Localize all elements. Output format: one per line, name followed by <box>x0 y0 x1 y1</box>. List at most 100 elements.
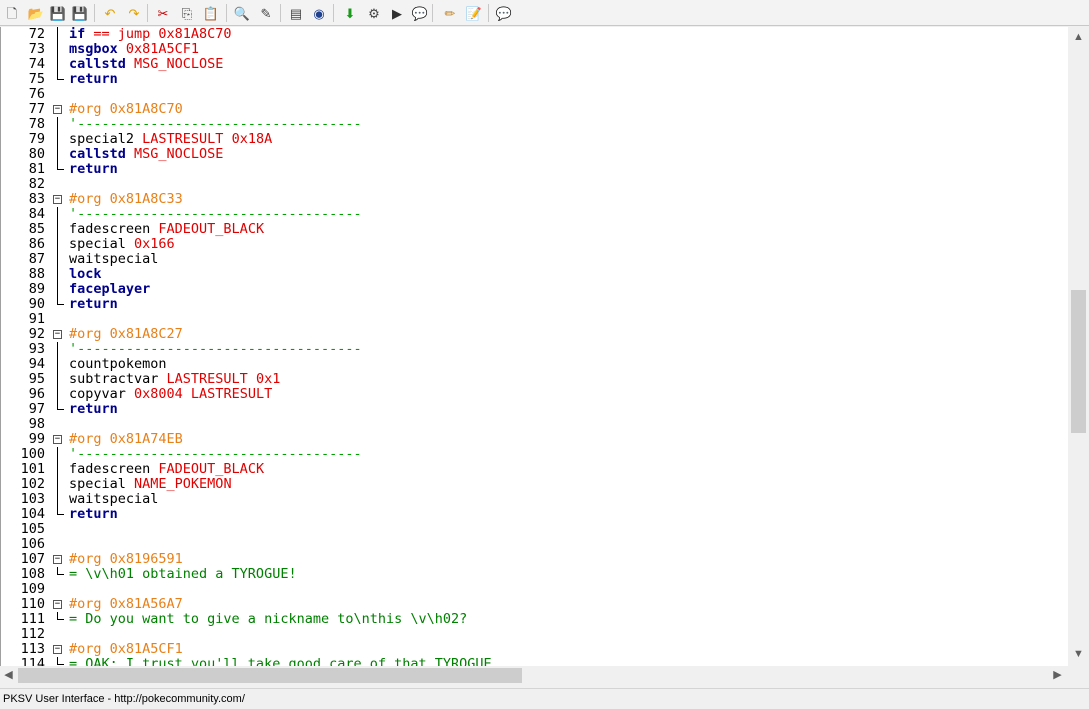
fold-toggle-icon[interactable]: − <box>53 600 62 609</box>
line-number: 101 <box>20 461 45 477</box>
code-line[interactable]: 98 <box>1 417 1068 432</box>
fold-guide <box>57 222 58 237</box>
scroll-right-icon[interactable]: ▶ <box>1049 667 1066 684</box>
horizontal-scrollbar[interactable]: ◀ ▶ <box>0 666 1068 685</box>
line-number: 92 <box>28 326 45 342</box>
line-number: 105 <box>20 521 45 537</box>
fold-toggle-icon[interactable]: − <box>53 555 62 564</box>
globe-icon[interactable]: ◉ <box>309 3 329 23</box>
code-line[interactable]: 80 callstd MSG_NOCLOSE <box>1 147 1068 162</box>
code-line[interactable]: 74 callstd MSG_NOCLOSE <box>1 57 1068 72</box>
open-file-icon[interactable]: 📂 <box>26 3 46 23</box>
code-line[interactable]: 93 '----------------------------------- <box>1 342 1068 357</box>
scroll-up-icon[interactable]: ▲ <box>1070 29 1087 46</box>
script-editor[interactable]: 72 if == jump 0x81A8C70 73 msgbox 0x81A5CF1… <box>0 27 1068 666</box>
paste-icon[interactable]: 📋 <box>201 3 221 23</box>
code-text: #org 0x8196591 <box>69 552 183 567</box>
replace-icon[interactable]: ✎ <box>256 3 276 23</box>
code-line[interactable]: 113− #org 0x81A5CF1 <box>1 642 1068 657</box>
code-line[interactable]: 85 fadescreen FADEOUT_BLACK <box>1 222 1068 237</box>
code-line[interactable]: 95 subtractvar LASTRESULT 0x1 <box>1 372 1068 387</box>
code-line[interactable]: 103 waitspecial <box>1 492 1068 507</box>
code-line[interactable]: 109 <box>1 582 1068 597</box>
code-line[interactable]: 101 fadescreen FADEOUT_BLACK <box>1 462 1068 477</box>
code-line[interactable]: 107− #org 0x8196591 <box>1 552 1068 567</box>
code-line[interactable]: 78 '----------------------------------- <box>1 117 1068 132</box>
code-line[interactable]: 87 waitspecial <box>1 252 1068 267</box>
token-arg: 0x8004 LASTRESULT <box>125 386 273 402</box>
token-cmd: special <box>69 476 126 492</box>
vertical-scrollbar[interactable]: ▲ ▼ <box>1068 27 1089 666</box>
code-line[interactable]: 82 <box>1 177 1068 192</box>
settings-icon[interactable]: ⚙ <box>364 3 384 23</box>
cut-icon[interactable]: ✂ <box>153 3 173 23</box>
code-line[interactable]: 92− #org 0x81A8C27 <box>1 327 1068 342</box>
code-line[interactable]: 75 return <box>1 72 1068 87</box>
scroll-down-icon[interactable]: ▼ <box>1070 646 1087 663</box>
help-chat-icon[interactable]: 💬 <box>494 3 514 23</box>
line-number: 104 <box>20 506 45 522</box>
code-line[interactable]: 89 faceplayer <box>1 282 1068 297</box>
line-number: 113 <box>20 641 45 657</box>
code-line[interactable]: 81 return <box>1 162 1068 177</box>
token-kw: return <box>69 71 118 87</box>
code-text: return <box>69 297 118 312</box>
code-text: special 0x166 <box>69 237 175 252</box>
token-org: #org 0x81A8C27 <box>69 326 183 342</box>
code-line[interactable]: 84 '----------------------------------- <box>1 207 1068 222</box>
chat-icon[interactable]: 💬 <box>410 3 430 23</box>
code-line[interactable]: 110− #org 0x81A56A7 <box>1 597 1068 612</box>
code-line[interactable]: 91 <box>1 312 1068 327</box>
code-line[interactable]: 105 <box>1 522 1068 537</box>
code-line[interactable]: 86 special 0x166 <box>1 237 1068 252</box>
token-arg: LASTRESULT 0x1 <box>158 371 281 387</box>
line-number: 77 <box>28 101 45 117</box>
code-line[interactable]: 88 lock <box>1 267 1068 282</box>
code-line[interactable]: 99− #org 0x81A74EB <box>1 432 1068 447</box>
horizontal-scroll-thumb[interactable] <box>18 668 522 683</box>
code-line[interactable]: 108 = \v\h01 obtained a TYROGUE! <box>1 567 1068 582</box>
find-icon[interactable]: 🔍 <box>232 3 252 23</box>
run-icon[interactable]: ▶ <box>387 3 407 23</box>
save-icon[interactable]: 💾 <box>48 3 68 23</box>
code-line[interactable]: 73 msgbox 0x81A5CF1 <box>1 42 1068 57</box>
code-line[interactable]: 72 if == jump 0x81A8C70 <box>1 27 1068 42</box>
code-line[interactable]: 102 special NAME_POKEMON <box>1 477 1068 492</box>
vertical-scroll-thumb[interactable] <box>1071 290 1086 433</box>
code-line[interactable]: 79 special2 LASTRESULT 0x18A <box>1 132 1068 147</box>
code-line[interactable]: 100 '----------------------------------- <box>1 447 1068 462</box>
compile-icon[interactable]: ⬇ <box>340 3 360 23</box>
fold-toggle-icon[interactable]: − <box>53 330 62 339</box>
fold-toggle-icon[interactable]: − <box>53 645 62 654</box>
code-line[interactable]: 114 = OAK: I trust you'll take good care … <box>1 657 1068 667</box>
save-as-icon[interactable]: 💾 <box>70 3 90 23</box>
edit-pencil-icon[interactable]: ✏ <box>440 3 460 23</box>
code-line[interactable]: 77− #org 0x81A8C70 <box>1 102 1068 117</box>
notes-icon[interactable]: 📝 <box>464 3 484 23</box>
code-line[interactable]: 83− #org 0x81A8C33 <box>1 192 1068 207</box>
token-arg: MSG_NOCLOSE <box>125 56 224 72</box>
code-line[interactable]: 76 <box>1 87 1068 102</box>
rom-document-icon[interactable]: ▤ <box>286 3 306 23</box>
code-text: #org 0x81A5CF1 <box>69 642 183 657</box>
fold-toggle-icon[interactable]: − <box>53 435 62 444</box>
scroll-left-icon[interactable]: ◀ <box>0 667 17 684</box>
code-line[interactable]: 112 <box>1 627 1068 642</box>
code-line[interactable]: 96 copyvar 0x8004 LASTRESULT <box>1 387 1068 402</box>
redo-icon[interactable]: ↷ <box>124 3 144 23</box>
fold-end-guide <box>57 72 64 80</box>
fold-guide <box>57 117 58 132</box>
fold-toggle-icon[interactable]: − <box>53 105 62 114</box>
code-line[interactable]: 94 countpokemon <box>1 357 1068 372</box>
fold-toggle-icon[interactable]: − <box>53 195 62 204</box>
code-line[interactable]: 97 return <box>1 402 1068 417</box>
code-line[interactable]: 106 <box>1 537 1068 552</box>
line-number: 91 <box>28 311 45 327</box>
code-line[interactable]: 90 return <box>1 297 1068 312</box>
copy-icon[interactable]: ⎘ <box>177 3 197 23</box>
new-file-icon[interactable]: 🗋 <box>2 3 22 23</box>
code-line[interactable]: 111 = Do you want to give a nickname to\n… <box>1 612 1068 627</box>
undo-icon[interactable]: ↶ <box>100 3 120 23</box>
status-text: PKSV User Interface - http://pokecommuni… <box>3 693 245 705</box>
code-line[interactable]: 104 return <box>1 507 1068 522</box>
